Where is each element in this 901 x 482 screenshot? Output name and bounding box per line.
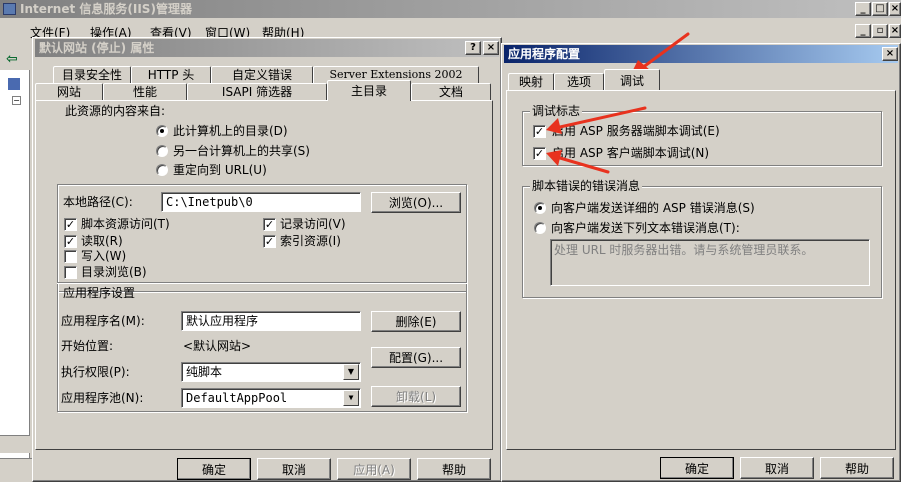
error-text-box: 处理 URL 时服务器出错。请与系统管理员联系。 — [550, 239, 870, 286]
app-settings-separator — [57, 282, 467, 284]
tab-isapi-filters[interactable]: ISAPI 筛选器 — [187, 83, 327, 101]
main-window-titlebar: Internet 信息服务(IIS)管理器 — [0, 0, 901, 18]
tree-expand-icon[interactable]: − — [12, 96, 21, 105]
source-redirect-radio[interactable] — [156, 164, 168, 176]
index-resource-label[interactable]: 索引资源(I) — [280, 234, 341, 248]
properties-close-button[interactable]: × — [483, 41, 499, 55]
properties-help-button[interactable]: ? — [465, 41, 481, 55]
server-icon — [8, 78, 20, 90]
app-config-dialog: 应用程序配置 × 映射 选项 调试 调试标志 ✓ 启用 ASP 服务器端脚本调试… — [501, 43, 901, 482]
chevron-down-icon[interactable]: ▼ — [343, 390, 359, 406]
tab-directory-security[interactable]: 目录安全性 — [53, 66, 131, 84]
read-label[interactable]: 读取(R) — [81, 234, 123, 248]
app-pool-value: DefaultAppPool — [186, 391, 288, 405]
script-error-label: 脚本错误的错误消息 — [530, 179, 643, 193]
app-config-help-button[interactable]: 帮助 — [820, 457, 894, 479]
log-visits-label[interactable]: 记录访问(V) — [280, 217, 346, 231]
script-access-label[interactable]: 脚本资源访问(T) — [81, 217, 170, 231]
debug-server-label[interactable]: 启用 ASP 服务器端脚本调试(E) — [552, 124, 720, 138]
properties-titlebar: 默认网站 (停止) 属性 — [35, 39, 499, 57]
app-name-label: 应用程序名(M): — [61, 314, 145, 328]
properties-help-bottom-button[interactable]: 帮助 — [417, 458, 491, 480]
source-share-label[interactable]: 另一台计算机上的共享(S) — [173, 144, 310, 158]
back-arrow-icon[interactable]: ⇦ — [6, 51, 18, 67]
properties-ok-button[interactable]: 确定 — [177, 458, 251, 480]
main-maximize-button[interactable]: □ — [872, 2, 888, 16]
tab-custom-errors[interactable]: 自定义错误 — [211, 66, 313, 84]
properties-apply-button: 应用(A) — [337, 458, 411, 480]
debug-flags-label: 调试标志 — [530, 104, 583, 118]
tab-performance[interactable]: 性能 — [103, 83, 187, 101]
tree-pane[interactable]: − — [0, 70, 30, 482]
app-config-titlebar: 应用程序配置 — [504, 45, 898, 63]
app-name-input[interactable]: 默认应用程序 — [181, 311, 361, 331]
app-settings-label: 应用程序设置 — [63, 286, 136, 300]
iis-app-icon — [3, 3, 16, 15]
exec-perm-label: 执行权限(P): — [61, 365, 130, 379]
debug-client-label[interactable]: 启用 ASP 客户端脚本调试(N) — [552, 146, 709, 160]
start-point-value: <默认网站> — [183, 339, 252, 353]
tab-mappings[interactable]: 映射 — [508, 73, 554, 91]
properties-dialog: 默认网站 (停止) 属性 ? × 目录安全性 HTTP 头 自定义错误 Serv… — [32, 37, 502, 482]
source-local-label[interactable]: 此计算机上的目录(D) — [173, 124, 288, 138]
tree-scrollbar[interactable] — [0, 435, 30, 453]
tab-documents[interactable]: 文档 — [411, 83, 491, 101]
tab-http-headers[interactable]: HTTP 头 — [131, 66, 211, 84]
log-visits-checkbox[interactable]: ✓ — [263, 218, 276, 231]
index-resource-checkbox[interactable]: ✓ — [263, 235, 276, 248]
start-point-label: 开始位置: — [61, 339, 114, 353]
properties-cancel-button[interactable]: 取消 — [257, 458, 331, 480]
tab-home-directory[interactable]: 主目录 — [327, 80, 411, 101]
remove-button[interactable]: 删除(E) — [371, 311, 461, 332]
debug-server-checkbox[interactable]: ✓ — [533, 125, 546, 138]
app-pool-label: 应用程序池(N): — [61, 391, 144, 405]
app-config-title: 应用程序配置 — [508, 47, 581, 61]
child-close-button[interactable]: × — [889, 24, 901, 38]
error-text-label[interactable]: 向客户端发送下列文本错误消息(T): — [551, 221, 740, 235]
source-local-radio[interactable] — [156, 125, 168, 137]
exec-perm-select[interactable]: 纯脚本 ▼ — [181, 362, 361, 382]
browse-button[interactable]: 浏览(O)... — [371, 192, 461, 213]
child-minimize-button[interactable]: _ — [855, 24, 871, 38]
source-redirect-label[interactable]: 重定向到 URL(U) — [173, 163, 267, 177]
debug-client-checkbox[interactable]: ✓ — [533, 147, 546, 160]
directory-browse-label[interactable]: 目录浏览(B) — [81, 265, 147, 279]
error-detailed-radio[interactable] — [534, 202, 546, 214]
source-share-radio[interactable] — [156, 145, 168, 157]
app-config-close-button[interactable]: × — [882, 47, 898, 61]
properties-title: 默认网站 (停止) 属性 — [39, 41, 155, 55]
main-minimize-button[interactable]: _ — [855, 2, 871, 16]
write-label[interactable]: 写入(W) — [81, 249, 126, 263]
main-close-button[interactable]: × — [889, 2, 901, 16]
chevron-down-icon[interactable]: ▼ — [343, 364, 359, 380]
local-path-input[interactable]: C:\Inetpub\0 — [161, 192, 361, 212]
error-text-value: 处理 URL 时服务器出错。请与系统管理员联系。 — [554, 243, 814, 257]
app-pool-select[interactable]: DefaultAppPool ▼ — [181, 388, 361, 408]
configure-button[interactable]: 配置(G)... — [371, 347, 461, 368]
error-detailed-label[interactable]: 向客户端发送详细的 ASP 错误消息(S) — [551, 201, 755, 215]
child-restore-button[interactable]: ▫ — [872, 24, 888, 38]
tab-options[interactable]: 选项 — [554, 73, 604, 91]
app-config-ok-button[interactable]: 确定 — [660, 457, 734, 479]
main-window-title: Internet 信息服务(IIS)管理器 — [20, 2, 192, 16]
directory-browse-checkbox[interactable] — [64, 266, 77, 279]
tab-website[interactable]: 网站 — [35, 83, 103, 101]
app-config-cancel-button[interactable]: 取消 — [740, 457, 814, 479]
exec-perm-value: 纯脚本 — [186, 365, 223, 379]
read-checkbox[interactable]: ✓ — [64, 235, 77, 248]
content-source-label: 此资源的内容来自: — [65, 104, 166, 118]
error-text-radio[interactable] — [534, 222, 546, 234]
tab-debugging[interactable]: 调试 — [604, 69, 660, 90]
script-access-checkbox[interactable]: ✓ — [64, 218, 77, 231]
write-checkbox[interactable] — [64, 250, 77, 263]
local-path-label: 本地路径(C): — [63, 195, 133, 209]
unload-button: 卸载(L) — [371, 386, 461, 407]
